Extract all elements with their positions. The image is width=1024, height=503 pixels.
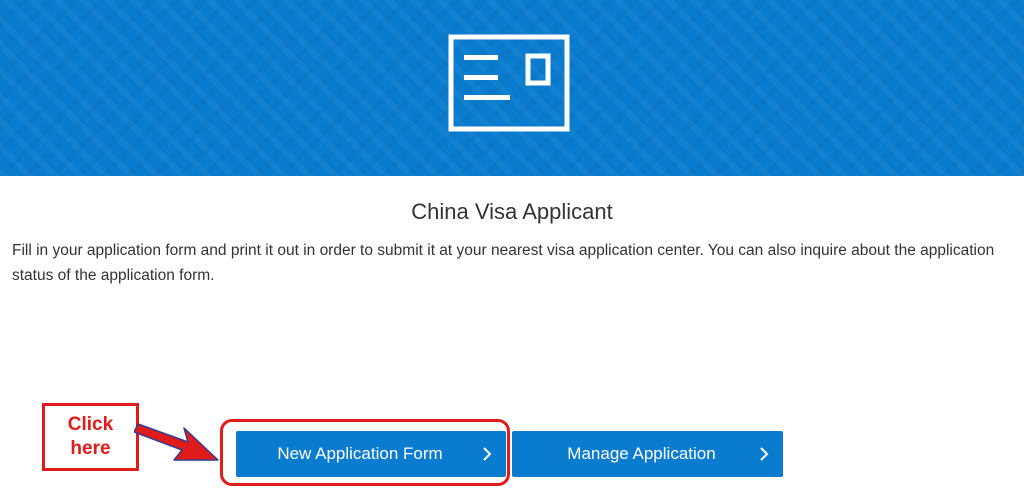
manage-application-button[interactable]: Manage Application	[512, 431, 783, 477]
annotation-arrow-icon	[134, 423, 219, 461]
application-form-card-icon	[448, 34, 570, 132]
chevron-right-icon	[760, 447, 769, 461]
manage-application-label: Manage Application	[567, 444, 716, 463]
chevron-right-icon	[483, 447, 492, 461]
page-description: Fill in your application form and print …	[12, 242, 995, 284]
new-application-form-label: New Application Form	[277, 444, 443, 463]
annotation-callout: Click here	[42, 403, 139, 471]
new-application-form-button[interactable]: New Application Form	[236, 431, 506, 477]
page-title: China Visa Applicant	[411, 199, 613, 224]
hero-banner	[0, 0, 1024, 176]
